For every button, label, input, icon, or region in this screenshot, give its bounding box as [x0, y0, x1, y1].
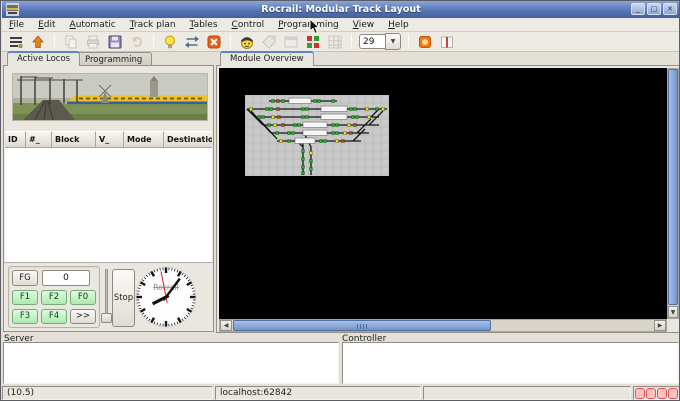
- tab-module-overview[interactable]: Module Overview: [220, 51, 314, 66]
- led-indicator: [657, 388, 667, 399]
- f2-button[interactable]: F2: [41, 290, 67, 305]
- led-indicator: [635, 388, 645, 399]
- f0-button[interactable]: F0: [70, 290, 96, 305]
- controller-log[interactable]: [342, 342, 679, 384]
- toolbar-separator: [351, 34, 352, 49]
- menu-item-help[interactable]: Help: [381, 19, 416, 31]
- menu-item-tables[interactable]: Tables: [183, 19, 225, 31]
- initialize-arrow-icon[interactable]: [27, 33, 48, 51]
- grid-icon[interactable]: [324, 33, 345, 51]
- status-message: [423, 386, 631, 400]
- toolbar-separator: [153, 34, 154, 49]
- menu-item-view[interactable]: View: [346, 19, 381, 31]
- menu-item-track-plan[interactable]: Track plan: [123, 19, 183, 31]
- splitter-grip[interactable]: [334, 327, 366, 332]
- led-indicator: [668, 388, 678, 399]
- rocrail-window: Rocrail: Modular Track Layout _ □ ✕ File…: [0, 0, 680, 401]
- toolbar-separator: [54, 34, 55, 49]
- trackplan-properties-icon[interactable]: [5, 33, 26, 51]
- server-log[interactable]: [3, 342, 339, 384]
- power-lamp-icon[interactable]: [159, 33, 180, 51]
- close-button[interactable]: ✕: [663, 3, 677, 15]
- toolbar: ▼: [2, 32, 680, 52]
- zoom-input[interactable]: [359, 34, 385, 49]
- menu-bar: FileEditAutomaticTrack planTablesControl…: [2, 18, 680, 32]
- horizontal-scrollbar[interactable]: ◀ ▶: [219, 319, 667, 332]
- status-host: localhost:62842: [215, 386, 421, 400]
- col-speed[interactable]: V_: [96, 131, 124, 148]
- save-icon[interactable]: [104, 33, 125, 51]
- track-plan[interactable]: [245, 95, 389, 176]
- vertical-scrollbar-thumb[interactable]: [668, 69, 678, 305]
- fg-button[interactable]: FG: [12, 270, 38, 286]
- stop-button[interactable]: Stop: [112, 269, 135, 327]
- scroll-down-icon[interactable]: ▼: [668, 306, 678, 318]
- throttle-panel: FG 0 F1 F2 F0 F3 F4 >> Stop Rocrail: [4, 262, 213, 331]
- book-icon[interactable]: [436, 33, 457, 51]
- track-layout-canvas[interactable]: [219, 68, 667, 319]
- rocrail-app-icon: [6, 3, 19, 16]
- mouse-cursor: [309, 18, 321, 36]
- vertical-scrollbar[interactable]: ▼: [667, 68, 679, 319]
- power-icon[interactable]: [414, 33, 435, 51]
- operator-icon[interactable]: [236, 33, 257, 51]
- print-icon[interactable]: [82, 33, 103, 51]
- toolbar-separator: [408, 34, 409, 49]
- module-overview-panel: ▼ ◀ ▶: [216, 65, 680, 333]
- menu-item-file[interactable]: File: [2, 19, 31, 31]
- maximize-button[interactable]: □: [647, 3, 661, 15]
- menu-item-edit[interactable]: Edit: [31, 19, 62, 31]
- f4-button[interactable]: F4: [41, 309, 67, 324]
- f3-button[interactable]: F3: [12, 309, 38, 324]
- undo-icon[interactable]: [126, 33, 147, 51]
- status-bar: (10.5) localhost:62842: [2, 385, 680, 401]
- chevron-down-icon[interactable]: ▼: [385, 33, 401, 50]
- col-destination[interactable]: Destination: [164, 131, 212, 148]
- scroll-right-icon[interactable]: ▶: [654, 320, 666, 331]
- status-version: (10.5): [2, 386, 213, 400]
- f1-button[interactable]: F1: [12, 290, 38, 305]
- more-functions-button[interactable]: >>: [70, 309, 96, 324]
- col-mode[interactable]: Mode: [124, 131, 164, 148]
- title-bar[interactable]: Rocrail: Modular Track Layout _ □ ✕: [2, 1, 680, 18]
- col-number[interactable]: #_: [26, 131, 52, 148]
- auto-mode-icon[interactable]: [181, 33, 202, 51]
- tab-active-locos[interactable]: Active Locos: [7, 51, 80, 66]
- speed-field[interactable]: 0: [42, 270, 90, 286]
- loco-table-header: ID #_ Block V_ Mode Destination: [5, 131, 212, 148]
- speed-slider-handle[interactable]: [101, 313, 112, 323]
- copy-icon[interactable]: [60, 33, 81, 51]
- tag-icon[interactable]: [258, 33, 279, 51]
- analog-clock: Rocrail: [134, 265, 198, 329]
- minimize-button[interactable]: _: [631, 3, 645, 15]
- active-locos-panel: ID #_ Block V_ Mode Destination FG 0 F1 …: [3, 65, 214, 332]
- scroll-left-icon[interactable]: ◀: [220, 320, 232, 331]
- status-leds: [633, 386, 680, 400]
- led-indicator: [646, 388, 656, 399]
- zoom-combo: ▼: [359, 33, 401, 50]
- properties-window-icon[interactable]: [280, 33, 301, 51]
- emergency-stop-icon[interactable]: [203, 33, 224, 51]
- loco-table-body[interactable]: [5, 148, 212, 262]
- col-block[interactable]: Block: [52, 131, 96, 148]
- loco-photo: [12, 73, 208, 121]
- col-id[interactable]: ID: [5, 131, 26, 148]
- toolbar-separator: [230, 34, 231, 49]
- window-title: Rocrail: Modular Track Layout: [2, 4, 680, 15]
- menu-item-control[interactable]: Control: [225, 19, 272, 31]
- menu-item-automatic[interactable]: Automatic: [63, 19, 123, 31]
